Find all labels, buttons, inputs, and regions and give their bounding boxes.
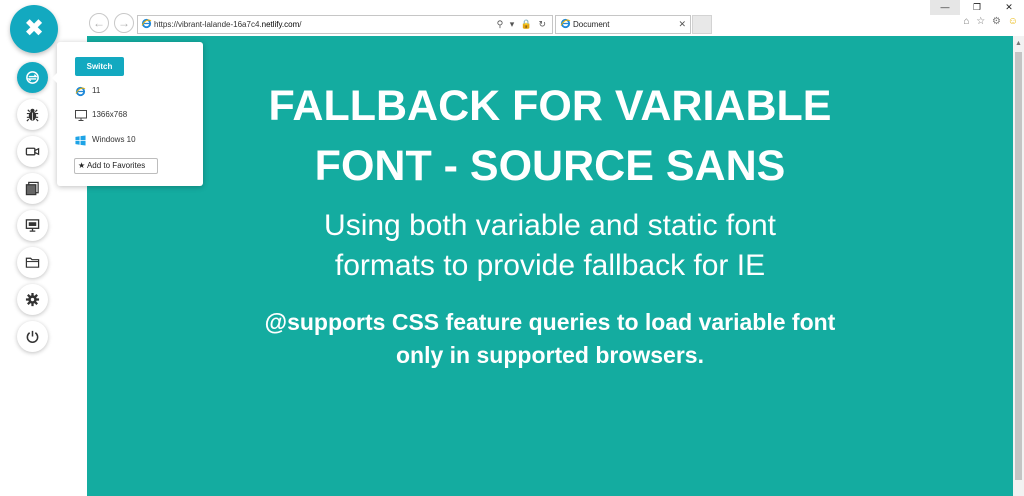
back-button[interactable]: ←: [89, 13, 109, 33]
resolution-value: 1366x768: [92, 110, 128, 119]
star-icon: ★: [78, 161, 86, 170]
os-value: Windows 10: [92, 135, 136, 144]
settings-button[interactable]: [17, 284, 48, 315]
tab-title: Document: [573, 20, 610, 29]
switch-browser-button[interactable]: [17, 62, 48, 93]
address-bar[interactable]: https://vibrant-lalande-16a7c4.netlify.c…: [137, 15, 553, 34]
forward-button[interactable]: →: [114, 13, 134, 33]
ie-logo-icon: [560, 18, 571, 29]
ie-logo-icon: [141, 18, 152, 29]
files-button[interactable]: [17, 247, 48, 278]
video-camera-icon: [25, 147, 40, 156]
windows-logo-icon: [75, 135, 86, 146]
browser-toolbar-icons[interactable]: ⌂ ☆ ⚙ ☺: [963, 16, 1020, 27]
close-toolbar-button[interactable]: ✖: [10, 5, 58, 53]
page-note: @supports CSS feature queries to load va…: [264, 309, 836, 368]
tab-document[interactable]: Document ✕: [555, 15, 691, 34]
bug-icon: [26, 108, 39, 122]
address-tools[interactable]: ⚲ ▾ 🔒 ↻: [497, 16, 548, 33]
url-text: https://vibrant-lalande-16a7c4.netlify.c…: [154, 20, 302, 29]
smiley-feedback-icon[interactable]: ☺: [1008, 16, 1020, 27]
screenshot-gallery-icon: [25, 181, 39, 196]
vertical-scrollbar[interactable]: ▲: [1013, 36, 1024, 496]
arrow-right-icon: →: [118, 16, 130, 30]
gear-icon: [25, 292, 40, 307]
record-video-button[interactable]: [17, 136, 48, 167]
browser-version: 11: [92, 86, 101, 95]
close-icon: ✖: [23, 15, 45, 42]
ie-logo-icon: [75, 86, 86, 97]
bug-report-button[interactable]: [17, 99, 48, 130]
monitor-icon: [75, 110, 87, 121]
favorites-label: Add to Favorites: [86, 161, 146, 170]
browser-chrome: ← → https://vibrant-lalande-16a7c4.netli…: [0, 0, 1024, 36]
switch-browser-icon: [26, 71, 39, 84]
page-title: FALLBACK FOR VARIABLE FONT - SOURCE SANS: [268, 82, 832, 190]
home-star-gear-icons[interactable]: ⌂ ☆ ⚙: [963, 16, 1003, 27]
scroll-up-icon[interactable]: ▲: [1013, 40, 1024, 47]
switch-browser-popover: Switch 11 1366x768 Windows 10 ★ Add to F…: [52, 42, 203, 186]
add-to-favorites-button[interactable]: ★ Add to Favorites: [74, 158, 158, 174]
page-viewport: FALLBACK FOR VARIABLE FONT - SOURCE SANS…: [87, 36, 1013, 496]
scroll-thumb[interactable]: [1015, 52, 1022, 480]
close-tab-icon[interactable]: ✕: [678, 16, 686, 33]
switch-button[interactable]: Switch: [75, 57, 124, 76]
stop-session-button[interactable]: [17, 321, 48, 352]
page-subtitle: Using both variable and static font form…: [324, 209, 776, 282]
screenshots-button[interactable]: [17, 173, 48, 204]
power-icon: [26, 330, 39, 343]
resolution-button[interactable]: [17, 210, 48, 241]
minimize-button[interactable]: —: [930, 0, 960, 15]
new-tab-button[interactable]: [692, 15, 712, 34]
window-close-button[interactable]: ✕: [994, 0, 1024, 15]
restore-button[interactable]: ❐: [962, 0, 992, 15]
arrow-left-icon: ←: [93, 16, 105, 30]
resolution-monitor-icon: [25, 219, 40, 232]
folder-icon: [25, 257, 40, 268]
